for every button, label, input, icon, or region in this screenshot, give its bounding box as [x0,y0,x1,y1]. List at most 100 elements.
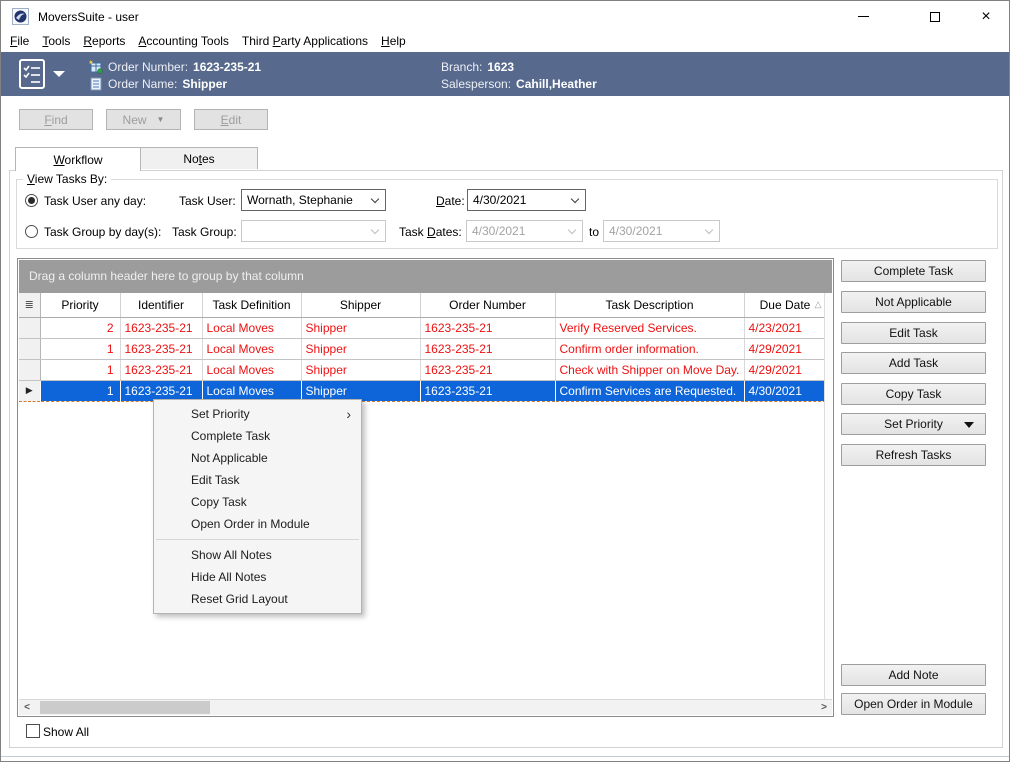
menu-accounting-tools[interactable]: Accounting Tools [137,34,238,50]
task-group-radio[interactable] [25,225,38,238]
branch-label: Branch: [441,60,482,74]
column-header-task-definition[interactable]: Task Definition [202,293,301,317]
order-menu-caret-icon[interactable] [53,71,65,77]
submenu-arrow-icon: › [346,403,351,425]
close-button[interactable]: × [963,1,1009,32]
salesperson-value: Cahill,Heather [516,77,597,91]
date-combo[interactable]: 4/30/2021 [467,189,586,211]
list-icon: ≣ [25,299,34,311]
scrollbar-thumb[interactable] [40,701,210,714]
menu-reports[interactable]: Reports [82,34,134,50]
maximize-button[interactable] [912,1,958,32]
menu-bar: File Tools Reports Accounting Tools Thir… [1,32,1009,52]
column-header-due-date[interactable]: Due Date△ [744,293,826,317]
context-menu-show-all-notes[interactable]: Show All Notes [154,544,361,566]
app-icon [12,8,29,25]
column-header-task-description[interactable]: Task Description [555,293,744,317]
find-button[interactable]: Find [19,109,93,130]
task-dates-label: Task Dates: [399,225,462,239]
chevron-down-icon [705,226,713,234]
add-note-button[interactable]: Add Note [841,664,986,686]
tab-workflow[interactable]: Workflow [15,147,141,171]
window-bottom-edge [1,756,1009,757]
edit-task-button[interactable]: Edit Task [841,322,986,344]
not-applicable-button[interactable]: Not Applicable [841,291,986,313]
scroll-right-icon[interactable]: > [816,700,832,715]
show-all-checkbox[interactable] [26,724,40,738]
scroll-left-icon[interactable]: < [19,700,35,715]
set-priority-button[interactable]: Set Priority [841,413,986,435]
minimize-button[interactable] [840,1,886,32]
table-row-selected[interactable]: ▶ 1 1623-235-21 Local Moves Shipper 1623… [19,380,826,401]
task-dates-from-combo[interactable]: 4/30/2021 [466,220,583,242]
column-header-shipper[interactable]: Shipper [301,293,420,317]
order-number-label: Order Number: [108,60,188,74]
chevron-down-icon [371,226,379,234]
workflow-tab-page: View Tasks By: Task User any day: Task U… [9,170,1003,748]
add-task-button[interactable]: Add Task [841,352,986,374]
column-header-identifier[interactable]: Identifier [120,293,202,317]
order-name-value: Shipper [182,77,227,91]
context-menu-set-priority[interactable]: Set Priority› [154,403,361,425]
branch-value: 1623 [487,60,514,74]
chevron-down-icon [571,195,579,203]
chevron-down-icon [568,226,576,234]
task-group-radio-label: Task Group by day(s): [44,225,161,239]
horizontal-scrollbar[interactable]: < > [19,699,832,715]
group-by-band[interactable]: Drag a column header here to group by th… [19,260,832,293]
task-user-radio[interactable] [25,194,38,207]
table-row[interactable]: 1 1623-235-21 Local Moves Shipper 1623-2… [19,338,826,359]
current-row-arrow-icon: ▶ [26,385,33,395]
vertical-scrollbar[interactable] [824,293,832,699]
chevron-down-icon [371,195,379,203]
task-group-combo[interactable] [241,220,386,242]
order-header-bar: Order Number: 1623-235-21 Order Name: Sh… [1,52,1009,96]
menu-separator [156,539,359,540]
dropdown-icon [964,422,974,428]
column-header-priority[interactable]: Priority [40,293,120,317]
table-row[interactable]: 2 1623-235-21 Local Moves Shipper 1623-2… [19,317,826,338]
order-document-icon[interactable] [18,58,46,90]
order-name-icon [89,77,103,91]
context-menu-open-order-in-module[interactable]: Open Order in Module [154,513,361,535]
grid-header-row: ≣ Priority Identifier Task Definition Sh… [19,293,826,317]
context-menu-hide-all-notes[interactable]: Hide All Notes [154,566,361,588]
minimize-icon [858,16,869,17]
order-name-label: Order Name: [108,77,177,91]
task-user-combo[interactable]: Wornath, Stephanie [241,189,386,211]
refresh-tasks-button[interactable]: Refresh Tasks [841,444,986,466]
task-grid: Drag a column header here to group by th… [17,258,834,717]
date-label: Date: [436,194,465,208]
menu-third-party-applications[interactable]: Third Party Applications [241,34,377,50]
window-title: MoversSuite - user [38,10,139,24]
context-menu-complete-task[interactable]: Complete Task [154,425,361,447]
salesperson-label: Salesperson: [441,77,511,91]
context-menu: Set Priority› Complete Task Not Applicab… [153,399,362,614]
tab-notes[interactable]: Notes [141,147,258,169]
table-row[interactable]: 1 1623-235-21 Local Moves Shipper 1623-2… [19,359,826,380]
context-menu-edit-task[interactable]: Edit Task [154,469,361,491]
new-button[interactable]: New▼ [106,109,181,130]
menu-help[interactable]: Help [380,34,415,50]
view-tasks-by-label: View Tasks By: [23,172,111,186]
maximize-icon [930,12,940,22]
context-menu-reset-grid-layout[interactable]: Reset Grid Layout [154,588,361,610]
edit-button[interactable]: Edit [194,109,268,130]
context-menu-not-applicable[interactable]: Not Applicable [154,447,361,469]
new-dropdown-icon: ▼ [157,115,165,124]
copy-task-button[interactable]: Copy Task [841,383,986,405]
menu-file[interactable]: File [9,34,38,50]
task-user-label: Task User: [179,194,236,208]
context-menu-copy-task[interactable]: Copy Task [154,491,361,513]
column-header-order-number[interactable]: Order Number [420,293,555,317]
view-tasks-by-group: View Tasks By: Task User any day: Task U… [16,179,998,249]
menu-tools[interactable]: Tools [41,34,79,50]
task-dates-to-combo[interactable]: 4/30/2021 [603,220,720,242]
complete-task-button[interactable]: Complete Task [841,260,986,282]
open-order-in-module-button[interactable]: Open Order in Module [841,693,986,715]
row-selector-header: ≣ [19,293,40,317]
sort-ascending-icon: △ [815,299,822,310]
close-icon: × [981,9,990,25]
show-all-label: Show All [43,725,89,739]
task-group-label: Task Group: [172,225,237,239]
